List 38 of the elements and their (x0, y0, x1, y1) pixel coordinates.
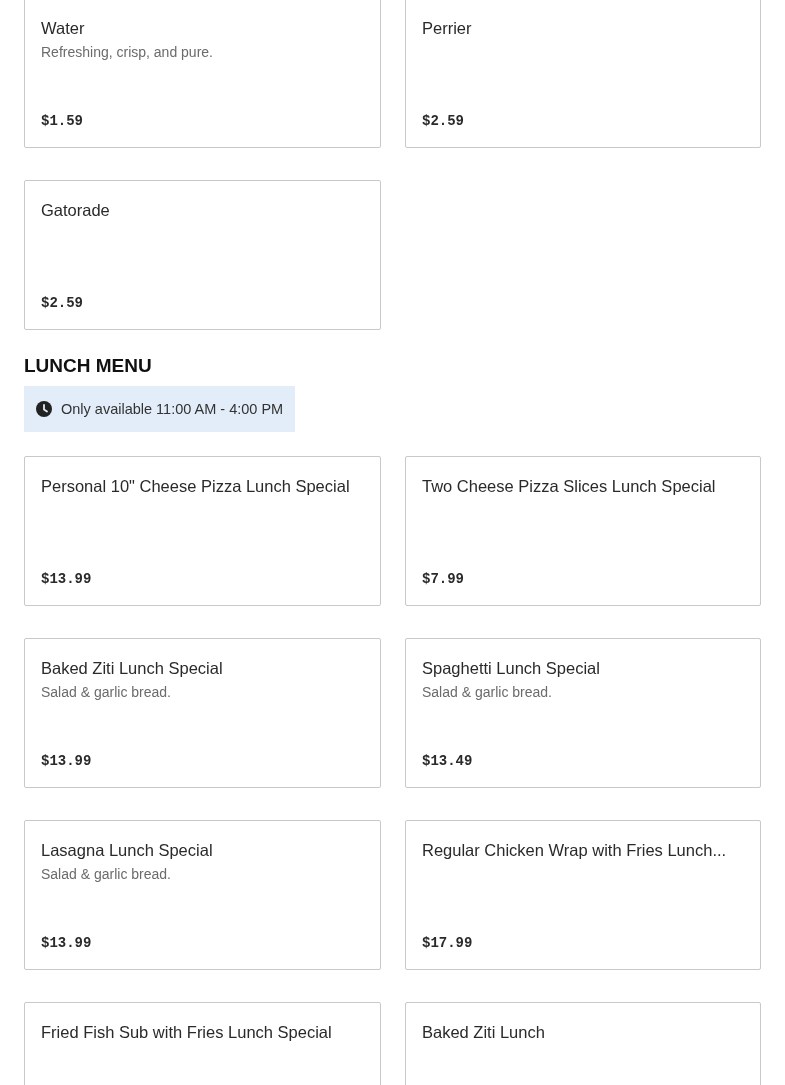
menu-item-card[interactable]: Baked Ziti Lunch Special Salad & garlic bread. $13.99 (24, 638, 381, 788)
availability-text: Only available 11:00 AM - 4:00 PM (61, 401, 284, 417)
item-name: Water (41, 18, 86, 39)
menu-item-card[interactable]: Personal 10" Cheese Pizza Lunch Special $13.99 (24, 456, 381, 606)
menu-item-card[interactable]: Gatorade $2.59 (24, 180, 381, 330)
item-name: Regular Chicken Wrap with Fries Lunch... (422, 840, 728, 861)
item-price: $1.59 (41, 113, 84, 129)
item-description: Salad & garlic bread. (41, 683, 172, 701)
menu-item-card[interactable]: Water Refreshing, crisp, and pure. $1.59 (24, 0, 381, 148)
item-description: Refreshing, crisp, and pure. (41, 43, 214, 61)
item-name: Lasagna Lunch Special (41, 840, 214, 861)
menu-item-card[interactable]: Two Cheese Pizza Slices Lunch Special $7.99 (405, 456, 761, 606)
menu-item-card[interactable]: Spaghetti Lunch Special Salad & garlic bread. $13.49 (405, 638, 761, 788)
section-heading: LUNCH MENU (24, 354, 152, 378)
item-name: Two Cheese Pizza Slices Lunch Special (422, 476, 717, 497)
menu-item-card[interactable]: Perrier $2.59 (405, 0, 761, 148)
item-name: Perrier (422, 18, 473, 39)
item-name: Spaghetti Lunch Special (422, 658, 601, 679)
item-price: $7.99 (422, 571, 465, 587)
item-description: Salad & garlic bread. (422, 683, 553, 701)
item-name: Gatorade (41, 200, 111, 221)
menu-item-card[interactable]: Baked Ziti Lunch (405, 1002, 761, 1085)
menu-item-card[interactable]: Lasagna Lunch Special Salad & garlic bread. $13.99 (24, 820, 381, 970)
item-description: Salad & garlic bread. (41, 865, 172, 883)
item-name: Baked Ziti Lunch Special (41, 658, 224, 679)
menu-item-card[interactable]: Fried Fish Sub with Fries Lunch Special (24, 1002, 381, 1085)
item-price: $13.99 (41, 571, 93, 587)
item-price: $2.59 (422, 113, 465, 129)
item-price: $13.49 (422, 753, 474, 769)
item-name: Baked Ziti Lunch (422, 1022, 546, 1043)
item-name: Fried Fish Sub with Fries Lunch Special (41, 1022, 333, 1043)
item-price: $17.99 (422, 935, 474, 951)
menu-item-card[interactable]: Regular Chicken Wrap with Fries Lunch... $17.99 (405, 820, 761, 970)
item-name: Personal 10" Cheese Pizza Lunch Special (41, 476, 351, 497)
item-price: $13.99 (41, 935, 93, 951)
item-price: $2.59 (41, 295, 84, 311)
clock-icon (36, 401, 52, 417)
item-price: $13.99 (41, 753, 93, 769)
